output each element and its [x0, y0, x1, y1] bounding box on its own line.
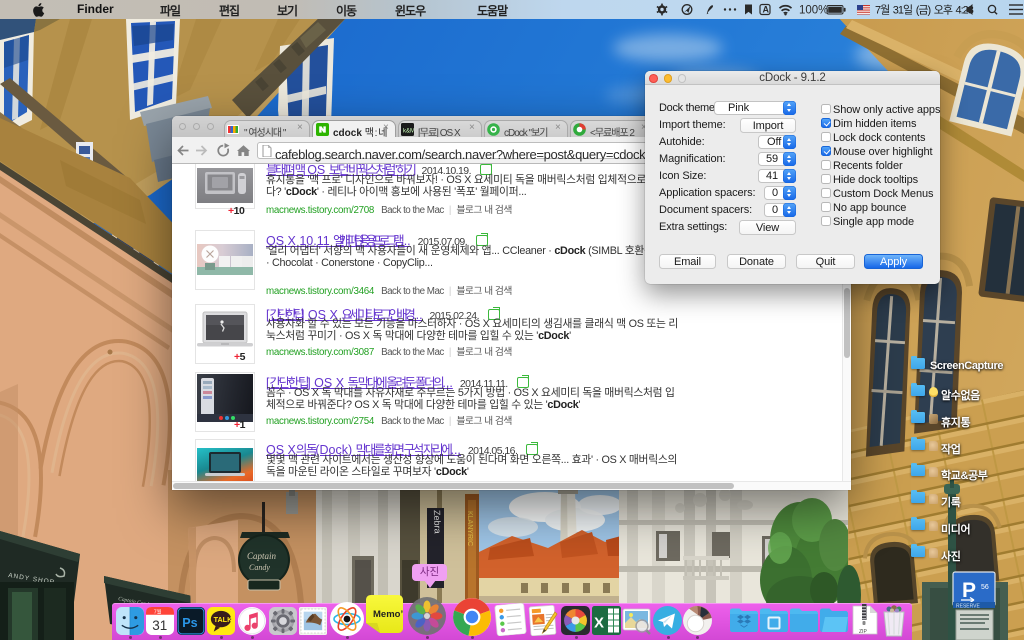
svg-text:KLANYRIC: KLANYRIC: [466, 511, 473, 546]
svg-text:7월 31일 (금) 오후 4:23: 7월 31일 (금) 오후 4:23: [875, 3, 974, 17]
svg-text:Memo’: Memo’: [373, 609, 403, 620]
svg-text:TALK: TALK: [214, 615, 234, 624]
svg-text:A: A: [763, 5, 770, 15]
svg-text:100%: 100%: [799, 5, 828, 17]
svg-text:56: 56: [981, 584, 989, 591]
svg-text:k&M: k&M: [403, 129, 414, 135]
svg-text:Zebra: Zebra: [432, 510, 443, 534]
svg-text:Ps: Ps: [182, 616, 197, 630]
svg-text:P: P: [962, 579, 976, 602]
svg-text:31: 31: [152, 618, 167, 633]
svg-text:RESERVE: RESERVE: [956, 604, 980, 610]
svg-text:7월: 7월: [154, 608, 162, 616]
svg-text:X: X: [594, 615, 604, 632]
svg-text:ZIP: ZIP: [859, 629, 867, 635]
svg-text:Captain: Captain: [247, 551, 277, 561]
svg-text:Candy: Candy: [249, 563, 270, 572]
